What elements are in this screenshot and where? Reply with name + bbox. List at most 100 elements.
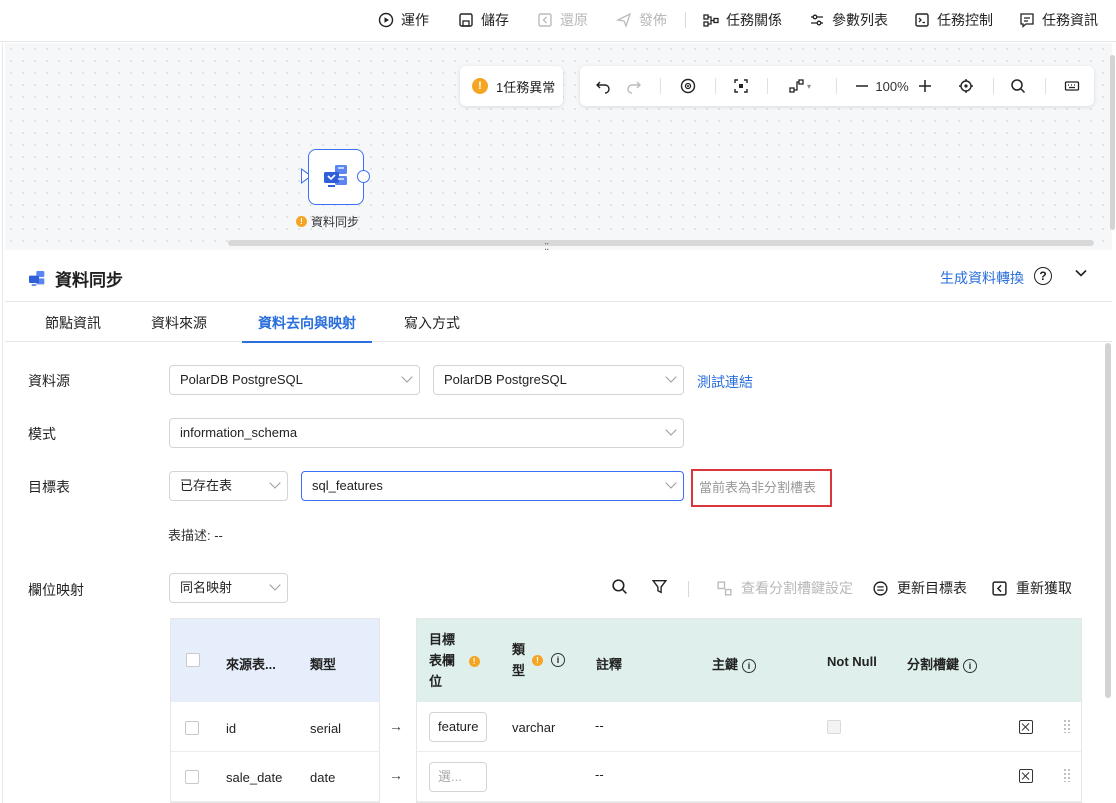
comment-header: 註釋 <box>596 657 623 672</box>
layout-dropdown[interactable]: ▾ <box>782 66 818 106</box>
tab-data-source[interactable]: 資料來源 <box>151 303 207 342</box>
target-field-select[interactable]: 選... <box>429 762 487 792</box>
chevron-down-icon <box>401 371 413 383</box>
task-error-indicator[interactable]: ! 1任務異常 <box>460 66 563 106</box>
primary-key-header-text: 主鍵 <box>712 657 739 672</box>
delete-field-icon[interactable] <box>1019 720 1033 734</box>
refresh-target-label: 更新目標表 <box>897 580 967 596</box>
info-icon[interactable]: i <box>551 653 565 667</box>
datasource-name-value: PolarDB PostgreSQL <box>444 372 567 387</box>
row-divider <box>171 801 379 802</box>
theme-button[interactable] <box>677 66 699 106</box>
crosshair-icon <box>959 79 973 93</box>
row-checkbox[interactable] <box>185 770 199 784</box>
target-table-header: 目標 表欄 ! 位 類 型 ! i 註釋 主鍵 i Not Null 分割槽鍵 i <box>417 619 1081 702</box>
top-toolbar: 運作 儲存 還原 發佈 任務關係 參數列表 任務控制 任務資訊 <box>0 0 1116 42</box>
drag-handle-icon[interactable] <box>1063 768 1071 782</box>
data-sync-icon <box>29 270 45 286</box>
source-field-name: id <box>226 721 237 736</box>
zoom-out-button[interactable] <box>853 66 871 106</box>
mapping-filter-button[interactable] <box>651 578 668 595</box>
task-control-button[interactable]: 任務控制 <box>914 0 993 40</box>
source-field-type: date <box>310 770 336 785</box>
select-all-checkbox[interactable] <box>186 653 200 667</box>
locate-button[interactable] <box>956 66 976 106</box>
canvas-horizontal-scrollbar[interactable] <box>228 240 1094 246</box>
publish-button[interactable]: 發佈 <box>616 0 667 40</box>
canvas-toolbar: ▾ 100% <box>580 66 1094 106</box>
tab-node-info[interactable]: 節點資訊 <box>45 303 101 342</box>
keyboard-icon <box>1064 81 1080 91</box>
panel-tabs: 節點資訊 資料來源 資料去向與映射 寫入方式 <box>5 303 1112 343</box>
field-mapping-label: 欄位映射 <box>28 582 84 598</box>
layout-icon <box>789 79 804 93</box>
redo-button[interactable] <box>623 66 645 106</box>
fit-view-button[interactable] <box>730 66 752 106</box>
data-sync-node[interactable] <box>308 149 364 205</box>
node-output-port[interactable] <box>357 170 370 183</box>
palette-icon <box>680 78 696 94</box>
partition-icon <box>717 580 732 596</box>
canvas-search-button[interactable] <box>1008 66 1028 106</box>
canvas-vertical-scrollbar[interactable] <box>1109 43 1116 243</box>
keyboard-button[interactable] <box>1062 66 1082 106</box>
view-partition-button[interactable]: 查看分割槽鍵設定 <box>716 578 853 598</box>
not-null-checkbox[interactable] <box>827 720 841 734</box>
header-line: 目標 <box>429 632 456 647</box>
target-mode-select[interactable]: 已存在表 <box>169 471 288 501</box>
info-doc-icon <box>1020 13 1034 28</box>
test-connection-link[interactable]: 測試連結 <box>697 372 753 392</box>
header-line: 型 <box>512 663 526 678</box>
mapping-arrow-icon: → <box>389 767 403 783</box>
info-icon[interactable]: i <box>742 658 757 673</box>
target-field-input[interactable]: feature <box>429 712 487 742</box>
refetch-button[interactable]: 重新獲取 <box>991 578 1072 598</box>
task-relation-button[interactable]: 任務關係 <box>703 0 782 40</box>
target-table-label: 目標表 <box>28 479 70 495</box>
task-info-label: 任務資訊 <box>1042 12 1098 28</box>
source-field-table: 來源表... 類型 id serial sale_date date <box>170 618 380 803</box>
plus-icon <box>919 80 931 92</box>
generate-transform-link[interactable]: 生成資料轉換 <box>940 268 1024 288</box>
schema-select[interactable]: information_schema <box>169 418 684 448</box>
undo-button[interactable] <box>592 66 614 106</box>
drag-handle-icon[interactable] <box>1063 719 1071 733</box>
header-line: 位 <box>429 674 443 689</box>
row-checkbox[interactable] <box>185 721 199 735</box>
info-icon[interactable]: i <box>963 658 978 673</box>
mapping-search-button[interactable] <box>611 578 628 595</box>
control-icon <box>915 13 929 27</box>
datasource-type-select[interactable]: PolarDB PostgreSQL <box>169 365 420 395</box>
source-field-name: sale_date <box>226 770 283 785</box>
target-mode-value: 已存在表 <box>180 478 233 493</box>
restore-button[interactable]: 還原 <box>537 0 588 40</box>
source-field-type: serial <box>310 721 342 736</box>
task-info-button[interactable]: 任務資訊 <box>1019 0 1098 40</box>
refresh-target-button[interactable]: 更新目標表 <box>872 578 967 598</box>
source-type-header: 類型 <box>310 657 337 672</box>
chevron-down-icon <box>665 477 677 489</box>
schema-value: information_schema <box>180 425 298 440</box>
datasource-name-select[interactable]: PolarDB PostgreSQL <box>433 365 684 395</box>
save-button[interactable]: 儲存 <box>458 0 509 40</box>
delete-field-icon[interactable] <box>1019 769 1033 783</box>
panel-title: 資料同步 <box>27 266 123 291</box>
param-list-button[interactable]: 參數列表 <box>809 0 888 40</box>
redo-icon <box>627 81 641 94</box>
target-field-type: varchar <box>512 720 556 735</box>
panel-title-text: 資料同步 <box>55 271 123 290</box>
tab-write-mode[interactable]: 寫入方式 <box>404 303 460 342</box>
collapse-chevron-icon[interactable] <box>1074 266 1088 283</box>
mapping-mode-select[interactable]: 同名映射 <box>169 573 288 603</box>
scrollbar-thumb[interactable] <box>1110 55 1115 230</box>
run-button[interactable]: 運作 <box>378 0 429 40</box>
panel-scrollbar[interactable] <box>1105 343 1111 698</box>
task-control-label: 任務控制 <box>937 12 993 28</box>
tool-divider <box>688 581 689 597</box>
row-divider <box>171 751 379 752</box>
help-icon[interactable]: ? <box>1034 267 1052 285</box>
target-table-select[interactable]: sql_features <box>301 471 684 501</box>
zoom-in-button[interactable] <box>916 66 934 106</box>
tab-destination-mapping[interactable]: 資料去向與映射 <box>242 303 372 343</box>
partition-note: 當前表為非分割槽表 <box>691 469 832 507</box>
